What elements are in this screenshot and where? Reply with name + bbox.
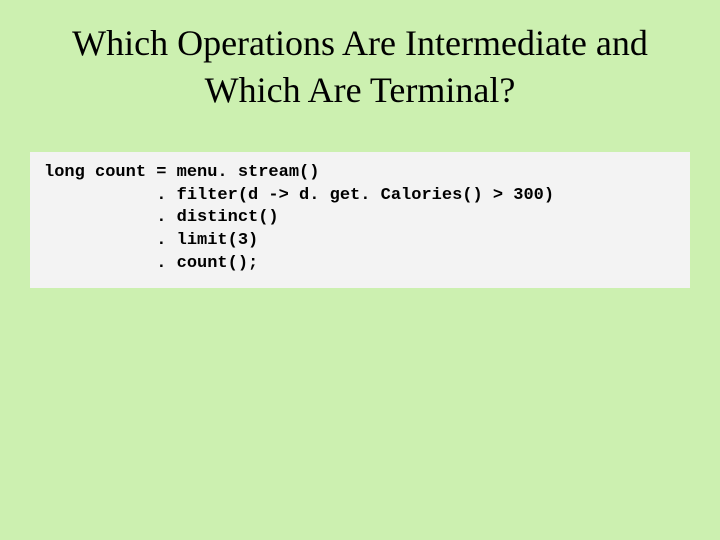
title-line-1: Which Operations Are Intermediate and [72, 23, 648, 63]
slide-container: Which Operations Are Intermediate and Wh… [0, 0, 720, 540]
slide-title: Which Operations Are Intermediate and Wh… [0, 20, 720, 114]
code-block: long count = menu. stream() . filter(d -… [30, 152, 690, 289]
title-line-2: Which Are Terminal? [205, 70, 516, 110]
